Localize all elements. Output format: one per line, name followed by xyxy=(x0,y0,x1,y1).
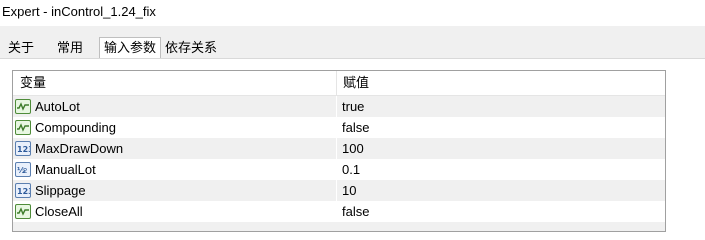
parameter-name: Slippage xyxy=(35,183,86,198)
table-row[interactable]: AutoLot true xyxy=(13,96,665,117)
int-icon: 123 xyxy=(15,141,31,156)
parameter-name: ManualLot xyxy=(35,162,96,177)
parameter-name-cell: 123 MaxDrawDown xyxy=(13,138,336,159)
column-divider[interactable] xyxy=(336,71,337,95)
tab-inputs[interactable]: 输入参数 xyxy=(99,37,162,59)
int-icon: 123 xyxy=(15,183,31,198)
bool-icon xyxy=(15,204,31,219)
column-header-value[interactable]: 赋值 xyxy=(343,71,369,95)
parameter-value[interactable]: true xyxy=(342,98,364,115)
title-bar: Expert - inControl_1.24_fix xyxy=(0,0,705,26)
svg-text:123: 123 xyxy=(17,187,30,196)
parameter-value-cell[interactable]: 100 xyxy=(336,138,665,159)
parameter-name-cell: AutoLot xyxy=(13,96,336,117)
tab-about[interactable]: 关于 xyxy=(8,38,34,58)
parameter-value-cell[interactable]: 0.1 xyxy=(336,159,665,180)
tab-common[interactable]: 常用 xyxy=(57,38,83,58)
parameter-value-cell[interactable]: false xyxy=(336,117,665,138)
double-icon: ½2 xyxy=(15,162,31,177)
table-row[interactable]: Compounding false xyxy=(13,117,665,138)
parameter-name: AutoLot xyxy=(35,99,80,114)
parameter-name-cell: 123 Slippage xyxy=(13,180,336,201)
table-row[interactable]: CloseAll false xyxy=(13,201,665,222)
column-header-variable[interactable]: 变量 xyxy=(20,71,46,95)
window-title: Expert - inControl_1.24_fix xyxy=(2,4,156,19)
table-row[interactable]: 123 MaxDrawDown 100 xyxy=(13,138,665,159)
parameters-grid: 变量 赋值 AutoLot true Compounding false 12 … xyxy=(12,70,666,232)
bool-icon xyxy=(15,99,31,114)
parameter-value[interactable]: 10 xyxy=(342,182,356,199)
tab-dependencies[interactable]: 依存关系 xyxy=(165,38,217,58)
grid-header: 变量 赋值 xyxy=(13,71,665,96)
parameter-name: CloseAll xyxy=(35,204,83,219)
parameter-name-cell: ½2 ManualLot xyxy=(13,159,336,180)
parameter-value-cell[interactable]: true xyxy=(336,96,665,117)
table-row[interactable]: ½2 ManualLot 0.1 xyxy=(13,159,665,180)
parameter-name: MaxDrawDown xyxy=(35,141,124,156)
parameter-value-cell[interactable]: 10 xyxy=(336,180,665,201)
parameter-value[interactable]: false xyxy=(342,203,369,220)
parameter-value[interactable]: 0.1 xyxy=(342,161,360,178)
parameter-value-cell[interactable]: false xyxy=(336,201,665,222)
parameter-name-cell: CloseAll xyxy=(13,201,336,222)
table-row-partial xyxy=(13,222,665,231)
parameter-value[interactable]: false xyxy=(342,119,369,136)
parameter-name-cell: Compounding xyxy=(13,117,336,138)
svg-text:123: 123 xyxy=(17,145,30,154)
table-row[interactable]: 123 Slippage 10 xyxy=(13,180,665,201)
bool-icon xyxy=(15,120,31,135)
svg-text:2: 2 xyxy=(23,167,27,175)
parameter-name: Compounding xyxy=(35,120,116,135)
parameter-value[interactable]: 100 xyxy=(342,140,364,157)
